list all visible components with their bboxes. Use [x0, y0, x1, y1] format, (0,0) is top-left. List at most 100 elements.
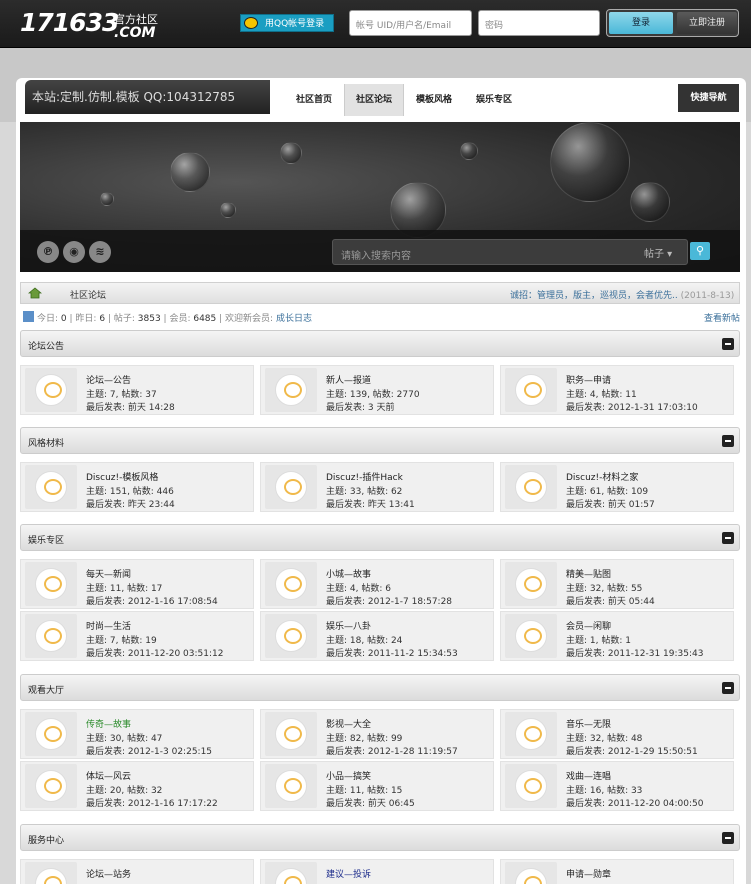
forum-last-post[interactable]: 最后发表: 前天 14:28: [86, 400, 175, 413]
forum-bubble-icon[interactable]: [25, 614, 77, 658]
forum-last-post[interactable]: 最后发表: 2012-1-29 15:50:51: [566, 744, 698, 757]
section-title[interactable]: 娱乐专区: [28, 533, 64, 546]
login-button[interactable]: 登录: [609, 12, 673, 34]
site-logo[interactable]: 171633 官方社区 .COM: [20, 8, 158, 41]
forum-last-post[interactable]: 最后发表: 3 天前: [326, 400, 394, 413]
breadcrumb-current[interactable]: 社区论坛: [70, 288, 106, 301]
nav-entertainment[interactable]: 娱乐专区: [465, 84, 523, 116]
section-title[interactable]: 风格材料: [28, 436, 64, 449]
forum-name[interactable]: 新人—报道: [326, 373, 371, 386]
forum-item[interactable]: 精美—贴图 主题: 32, 帖数: 55 最后发表: 前天 05:44: [500, 559, 734, 609]
forum-name[interactable]: 论坛—公告: [86, 373, 131, 386]
forum-item[interactable]: 申请—勋章: [500, 859, 734, 884]
nav-templates[interactable]: 模板风格: [405, 84, 463, 116]
forum-name[interactable]: 音乐—无限: [566, 717, 611, 730]
qq-login-button[interactable]: 用QQ帐号登录: [240, 14, 334, 32]
search-button[interactable]: ⚲: [690, 242, 710, 260]
quick-nav-button[interactable]: 快捷导航: [678, 84, 739, 112]
forum-item[interactable]: 戏曲—连唱 主题: 16, 帖数: 33 最后发表: 2011-12-20 04:0…: [500, 761, 734, 811]
forum-item[interactable]: 新人—报道 主题: 139, 帖数: 2770 最后发表: 3 天前: [260, 365, 494, 415]
collapse-icon[interactable]: [722, 532, 734, 544]
forum-name[interactable]: 体坛—风云: [86, 769, 131, 782]
forum-bubble-icon[interactable]: [505, 764, 557, 808]
forum-name[interactable]: 精美—贴图: [566, 567, 611, 580]
collapse-icon[interactable]: [722, 682, 734, 694]
forum-bubble-icon[interactable]: [265, 862, 317, 884]
forum-item[interactable]: 小城—故事 主题: 4, 帖数: 6 最后发表: 2012-1-7 18:57:28: [260, 559, 494, 609]
forum-last-post[interactable]: 最后发表: 2012-1-3 02:25:15: [86, 744, 212, 757]
forum-name[interactable]: 小品—搞笑: [326, 769, 371, 782]
forum-name[interactable]: Discuz!-模板风格: [86, 470, 158, 483]
register-button[interactable]: 立即注册: [677, 12, 737, 34]
forum-bubble-icon[interactable]: [265, 712, 317, 756]
forum-bubble-icon[interactable]: [265, 562, 317, 606]
forum-last-post[interactable]: 最后发表: 2011-11-2 15:34:53: [326, 646, 458, 659]
forum-last-post[interactable]: 最后发表: 2012-1-16 17:08:54: [86, 594, 218, 607]
forum-last-post[interactable]: 最后发表: 2012-1-28 11:19:57: [326, 744, 458, 757]
forum-name[interactable]: 会员—闲聊: [566, 619, 611, 632]
view-new-posts-link[interactable]: 查看新帖: [704, 311, 740, 324]
forum-bubble-icon[interactable]: [265, 368, 317, 412]
section-title[interactable]: 观看大厅: [28, 683, 64, 696]
forum-last-post[interactable]: 最后发表: 2012-1-7 18:57:28: [326, 594, 452, 607]
weibo-icon[interactable]: ◉: [63, 241, 85, 263]
forum-bubble-icon[interactable]: [505, 368, 557, 412]
forum-bubble-icon[interactable]: [25, 465, 77, 509]
forum-item[interactable]: 建议—投诉: [260, 859, 494, 884]
forum-bubble-icon[interactable]: [25, 712, 77, 756]
forum-item[interactable]: Discuz!-模板风格 主题: 151, 帖数: 446 最后发表: 昨天 23:…: [20, 462, 254, 512]
forum-item[interactable]: 小品—搞笑 主题: 11, 帖数: 15 最后发表: 前天 06:45: [260, 761, 494, 811]
forum-name[interactable]: 娱乐—八卦: [326, 619, 371, 632]
forum-bubble-icon[interactable]: [505, 465, 557, 509]
forum-bubble-icon[interactable]: [505, 562, 557, 606]
search-type-select[interactable]: 帖子 ▾: [644, 245, 672, 260]
username-input[interactable]: 帐号 UID/用户名/Email: [349, 10, 472, 36]
forum-bubble-icon[interactable]: [265, 764, 317, 808]
forum-item[interactable]: 论坛—站务: [20, 859, 254, 884]
forum-name[interactable]: 影视—大全: [326, 717, 371, 730]
forum-item[interactable]: 职务—申请 主题: 4, 帖数: 11 最后发表: 2012-1-31 17:03:…: [500, 365, 734, 415]
collapse-icon[interactable]: [722, 435, 734, 447]
forum-name[interactable]: 职务—申请: [566, 373, 611, 386]
nav-forum[interactable]: 社区论坛: [344, 84, 404, 116]
forum-name[interactable]: 传奇—故事: [86, 717, 131, 730]
forum-item[interactable]: 时尚—生活 主题: 7, 帖数: 19 最后发表: 2011-12-20 03:51…: [20, 611, 254, 661]
forum-bubble-icon[interactable]: [505, 614, 557, 658]
forum-item[interactable]: 传奇—故事 主题: 30, 帖数: 47 最后发表: 2012-1-3 02:25:…: [20, 709, 254, 759]
forum-name[interactable]: 论坛—站务: [86, 867, 131, 880]
collapse-icon[interactable]: [722, 338, 734, 350]
forum-item[interactable]: 会员—闲聊 主题: 1, 帖数: 1 最后发表: 2011-12-31 19:35:…: [500, 611, 734, 661]
forum-bubble-icon[interactable]: [25, 562, 77, 606]
forum-item[interactable]: 娱乐—八卦 主题: 18, 帖数: 24 最后发表: 2011-11-2 15:34…: [260, 611, 494, 661]
forum-item[interactable]: Discuz!-插件Hack 主题: 33, 帖数: 62 最后发表: 昨天 13:…: [260, 462, 494, 512]
forum-bubble-icon[interactable]: [505, 712, 557, 756]
forum-last-post[interactable]: 最后发表: 2012-1-31 17:03:10: [566, 400, 698, 413]
forum-last-post[interactable]: 最后发表: 昨天 13:41: [326, 497, 415, 510]
forum-name[interactable]: 建议—投诉: [326, 867, 371, 880]
home-icon[interactable]: [28, 287, 42, 299]
forum-bubble-icon[interactable]: [25, 368, 77, 412]
forum-name[interactable]: 小城—故事: [326, 567, 371, 580]
forum-last-post[interactable]: 最后发表: 前天 05:44: [566, 594, 655, 607]
forum-name[interactable]: Discuz!-插件Hack: [326, 470, 403, 483]
section-title[interactable]: 服务中心: [28, 833, 64, 846]
forum-name[interactable]: 戏曲—连唱: [566, 769, 611, 782]
forum-bubble-icon[interactable]: [505, 862, 557, 884]
forum-last-post[interactable]: 最后发表: 前天 01:57: [566, 497, 655, 510]
forum-bubble-icon[interactable]: [265, 465, 317, 509]
collapse-icon[interactable]: [722, 832, 734, 844]
forum-last-post[interactable]: 最后发表: 2012-1-16 17:17:22: [86, 796, 218, 809]
rss-icon[interactable]: ≋: [89, 241, 111, 263]
forum-item[interactable]: 论坛—公告 主题: 7, 帖数: 37 最后发表: 前天 14:28: [20, 365, 254, 415]
new-member-link[interactable]: 成长日志: [276, 314, 312, 324]
nav-home[interactable]: 社区首页: [285, 84, 343, 116]
section-title[interactable]: 论坛公告: [28, 339, 64, 352]
forum-name[interactable]: 申请—勋章: [566, 867, 611, 880]
breadcrumb-announcement[interactable]: 诚招：管理员，版主，巡视员，会者优先.. (2011-8-13): [510, 288, 734, 301]
search-input[interactable]: 请输入搜索内容: [332, 239, 688, 265]
forum-item[interactable]: 影视—大全 主题: 82, 帖数: 99 最后发表: 2012-1-28 11:19…: [260, 709, 494, 759]
forum-last-post[interactable]: 最后发表: 2011-12-20 03:51:12: [86, 646, 223, 659]
forum-last-post[interactable]: 最后发表: 2011-12-20 04:00:50: [566, 796, 703, 809]
forum-last-post[interactable]: 最后发表: 2011-12-31 19:35:43: [566, 646, 703, 659]
forum-item[interactable]: 音乐—无限 主题: 32, 帖数: 48 最后发表: 2012-1-29 15:50…: [500, 709, 734, 759]
